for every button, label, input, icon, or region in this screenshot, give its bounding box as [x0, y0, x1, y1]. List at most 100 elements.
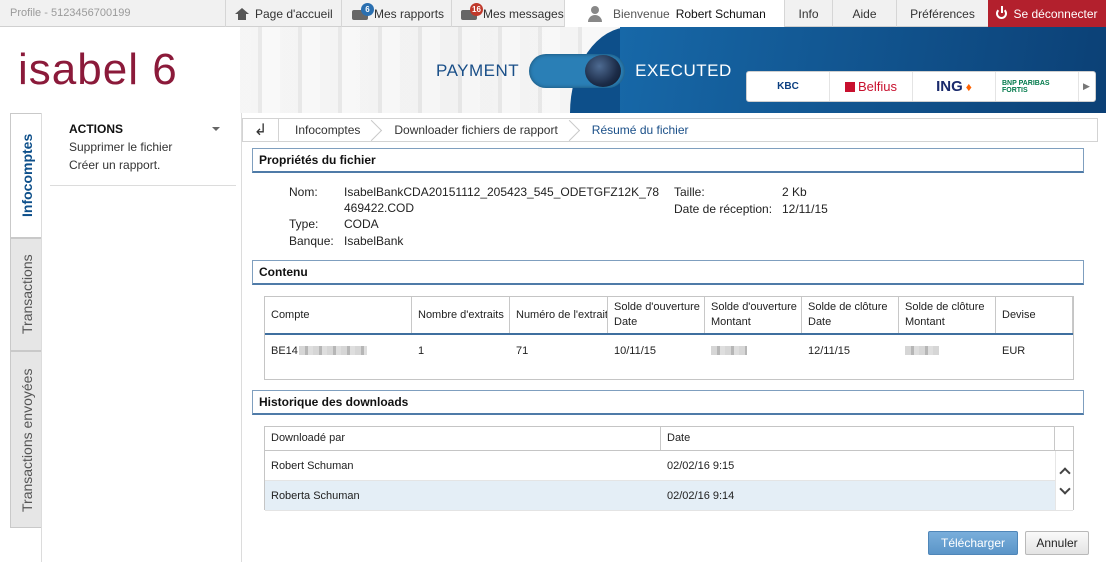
col-open-amount[interactable]: Solde d'ouverture Montant [705, 297, 802, 333]
welcome-user: Bienvenue Robert Schuman [564, 0, 784, 27]
welcome-label: Bienvenue [613, 6, 670, 21]
cell-account: BE14 [265, 345, 412, 357]
logout-label: Se déconnecter [1013, 6, 1098, 21]
tab-transactions-label: Transactions [19, 254, 35, 334]
bank-belfius-label: Belfius [857, 79, 898, 94]
bank-kbc-label: KBC [777, 81, 799, 92]
power-icon [996, 6, 1008, 19]
col-date[interactable]: Date [661, 427, 1055, 450]
bank-selector: KBC Belfius ING ♦ BNP PARIBAS FORTIS ▶ [746, 71, 1096, 102]
messages-icon: 16 [461, 2, 483, 21]
table-row[interactable]: Roberta Schuman 02/02/16 9:14 [265, 481, 1073, 511]
actions-panel: ACTIONS Supprimer le fichier Créer un ra… [41, 113, 242, 562]
name-label: Nom: [289, 185, 318, 199]
col-extract-number[interactable]: Numéro de l'extrait [510, 297, 608, 333]
size-label: Taille: [674, 185, 705, 199]
cell-downloaded-by: Robert Schuman [271, 459, 354, 472]
bank-kbc[interactable]: KBC [747, 72, 830, 101]
action-create-report[interactable]: Créer un rapport. [69, 158, 160, 172]
messages-badge: 16 [470, 2, 483, 16]
reports-label: Mes rapports [374, 6, 445, 21]
reports-badge: 6 [361, 2, 374, 16]
executed-label: EXECUTED [635, 61, 732, 80]
chevron-down-icon[interactable] [1058, 482, 1071, 495]
tab-infocomptes-label: Infocomptes [19, 133, 35, 217]
table-row[interactable]: Robert Schuman 02/02/16 9:15 [265, 451, 1073, 481]
tab-transactions-envoyees[interactable]: Transactions envoyées [10, 351, 41, 528]
redacted-amount [711, 346, 747, 355]
cell-extracts: 1 [418, 344, 425, 357]
col-close-date[interactable]: Solde de clôture Date [802, 297, 899, 333]
bank-belfius[interactable]: Belfius [830, 72, 913, 101]
messages-label: Mes messages [483, 6, 564, 21]
logout-button[interactable]: Se déconnecter [988, 0, 1106, 27]
download-button[interactable]: Télécharger [928, 531, 1018, 555]
col-account[interactable]: Compte [265, 297, 412, 333]
messages-link[interactable]: 16 Mes messages [451, 0, 564, 27]
user-icon [587, 5, 603, 22]
history-table: Downloadé par Date Robert Schuman 02/02/… [264, 426, 1074, 511]
tab-transactions[interactable]: Transactions [10, 238, 41, 351]
chevron-up-icon[interactable] [1058, 466, 1071, 479]
home-link[interactable]: Page d'accueil [225, 0, 341, 27]
breadcrumb-infocomptes[interactable]: Infocomptes [279, 119, 378, 141]
file-properties-right: Taille: 2 Kb Date de réception: 12/11/15 [674, 185, 894, 221]
chevron-down-icon[interactable] [212, 127, 220, 131]
name-value-line2: 469422.COD [344, 201, 415, 215]
tab-transactions-envoyees-label: Transactions envoyées [19, 368, 35, 512]
cell-number: 71 [516, 344, 529, 357]
info-link[interactable]: Info [784, 0, 832, 27]
chevron-right-icon[interactable]: ▶ [1079, 72, 1094, 101]
cancel-button[interactable]: Annuler [1025, 531, 1089, 555]
bank-value: IsabelBank [344, 234, 404, 248]
vertical-tabs: Infocomptes Transactions Transactions en… [10, 113, 41, 528]
payment-label: PAYMENT [436, 61, 520, 80]
col-extracts-count[interactable]: Nombre d'extraits [412, 297, 510, 333]
cell-open-amount [705, 346, 802, 355]
action-delete-file[interactable]: Supprimer le fichier [69, 140, 172, 154]
home-label: Page d'accueil [255, 6, 333, 21]
breadcrumb-downloader[interactable]: Downloader fichiers de rapport [378, 119, 575, 141]
section-content-header: Contenu [252, 260, 1084, 285]
breadcrumb: ↲ Infocomptes Downloader fichiers de rap… [242, 118, 1098, 142]
preferences-link[interactable]: Préférences [896, 0, 988, 27]
bank-bnp-paribas-fortis[interactable]: BNP PARIBAS FORTIS [996, 72, 1079, 101]
bank-ing[interactable]: ING ♦ [913, 72, 996, 101]
top-bar: Profile - 5123456700199 Page d'accueil 6… [0, 0, 1106, 27]
breadcrumb-current: Résumé du fichier [591, 123, 689, 137]
table-row[interactable]: BE14 1 71 10/11/15 12/11/15 EUR [265, 335, 1073, 366]
cell-close-amount [899, 346, 996, 355]
cell-downloaded-by: Roberta Schuman [271, 489, 360, 502]
col-currency[interactable]: Devise [996, 297, 1073, 333]
back-arrow-icon[interactable]: ↲ [243, 119, 279, 141]
tab-infocomptes[interactable]: Infocomptes [10, 113, 41, 238]
toggle-switch[interactable] [529, 54, 626, 88]
cell-currency: EUR [1002, 344, 1026, 357]
divider [50, 185, 236, 186]
home-icon [235, 7, 249, 20]
content-table: Compte Nombre d'extraits Numéro de l'ext… [264, 296, 1074, 380]
col-downloaded-by[interactable]: Downloadé par [265, 427, 661, 450]
header-banner: isabel 6 PAYMENT EXECUTED KBC Belfius IN… [0, 27, 1106, 113]
bank-ing-label: ING [936, 78, 963, 95]
reports-link[interactable]: 6 Mes rapports [341, 0, 451, 27]
cell-close-date: 12/11/15 [808, 344, 851, 357]
col-close-amount[interactable]: Solde de clôture Montant [899, 297, 996, 333]
file-properties-left: Nom: IsabelBankCDA20151112_205423_545_OD… [289, 185, 689, 255]
history-table-header: Downloadé par Date [265, 427, 1073, 451]
received-label: Date de réception: [674, 202, 773, 216]
isabel-logo: isabel 6 [18, 45, 178, 94]
bank-label: Banque: [289, 234, 334, 248]
toggle-knob[interactable] [585, 55, 622, 87]
col-open-date[interactable]: Solde d'ouverture Date [608, 297, 705, 333]
cell-date: 02/02/16 9:15 [667, 459, 735, 472]
history-scrollbar[interactable] [1055, 451, 1073, 510]
lion-icon: ♦ [965, 79, 972, 94]
help-link[interactable]: Aide [832, 0, 896, 27]
size-value: 2 Kb [782, 185, 807, 199]
cell-open-date: 10/11/15 [614, 344, 657, 357]
section-history-header: Historique des downloads [252, 390, 1084, 415]
payment-executed-toggle[interactable]: PAYMENT EXECUTED [436, 54, 732, 88]
received-value: 12/11/15 [782, 202, 828, 216]
bank-bnp-label: BNP PARIBAS FORTIS [1002, 79, 1050, 94]
